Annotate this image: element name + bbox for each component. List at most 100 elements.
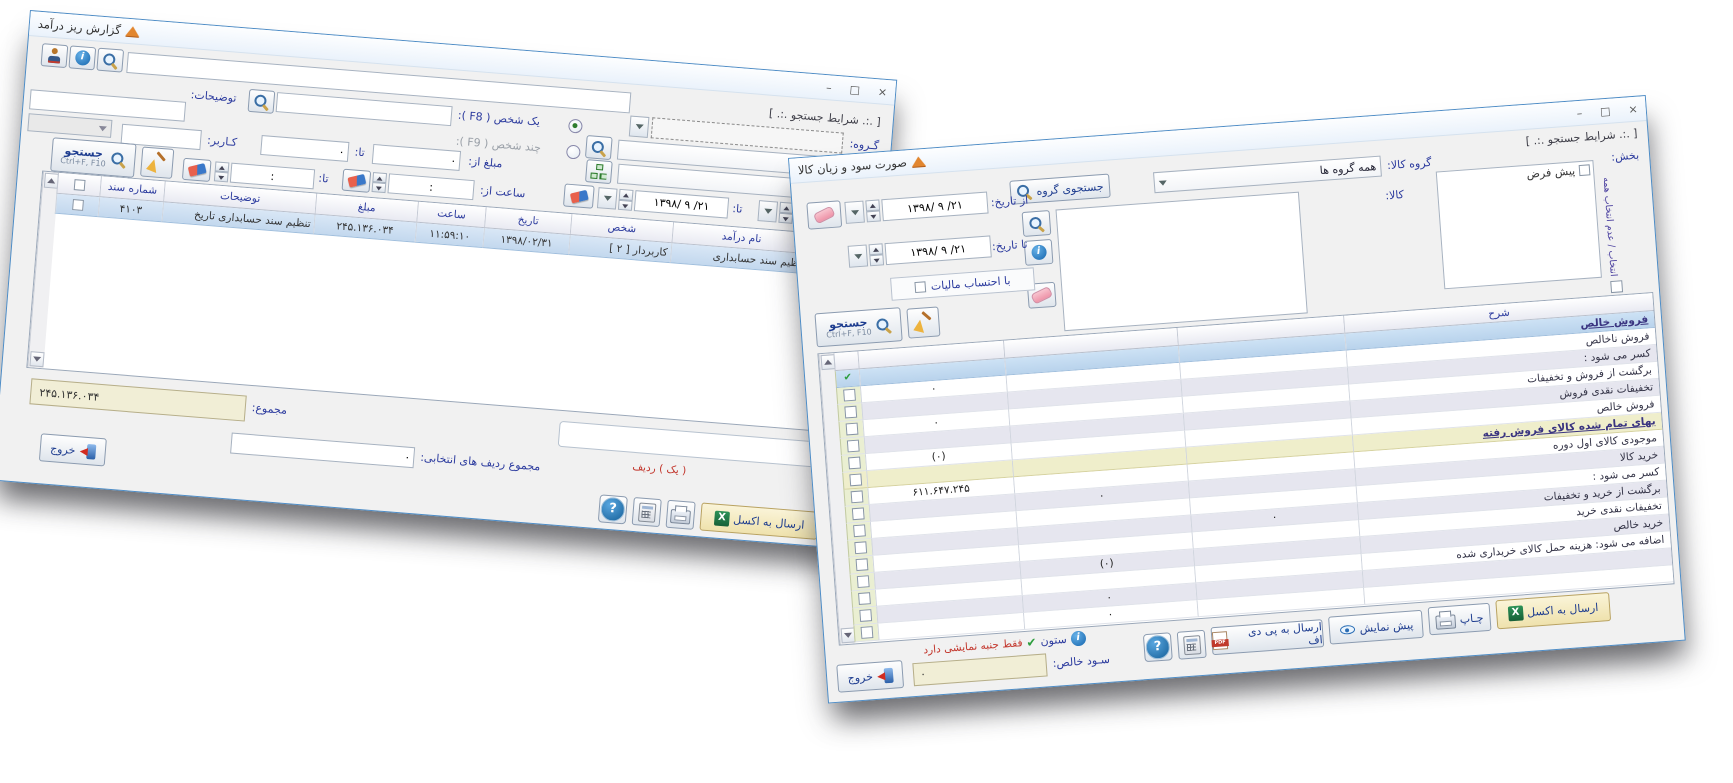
row-checkbox[interactable] (856, 575, 869, 588)
export-pdf-button[interactable]: ارسال به پی دی اف (1211, 619, 1325, 655)
row-checkbox[interactable] (850, 490, 863, 503)
section-item-default[interactable]: پیش فرض (1437, 161, 1594, 189)
search-button[interactable]: جستجوCtrl+F, F10 (814, 307, 902, 347)
row-checkbox-cell[interactable] (851, 590, 876, 609)
row-checkbox[interactable] (859, 609, 872, 622)
tree-button[interactable] (585, 159, 613, 184)
close-button[interactable]: × (877, 85, 887, 99)
to-date-spinner[interactable] (869, 243, 885, 266)
preview-button[interactable]: پیش نمایش (1328, 610, 1424, 645)
row-checkbox[interactable] (851, 507, 864, 520)
goods-listbox[interactable] (1055, 192, 1307, 332)
goods-info-button[interactable] (1024, 239, 1054, 266)
calculator-button[interactable] (632, 497, 662, 527)
date-to-spinner[interactable] (618, 189, 634, 211)
close-button[interactable]: × (1628, 102, 1638, 116)
date-clear-button[interactable] (806, 200, 842, 229)
row-checkbox-cell[interactable] (842, 471, 867, 490)
minimize-button[interactable]: – (1576, 106, 1582, 119)
maximize-button[interactable]: □ (849, 83, 860, 97)
print-button[interactable] (666, 500, 696, 530)
row-checkbox-cell[interactable] (836, 386, 861, 405)
row-checkbox[interactable] (860, 626, 873, 639)
row-checkbox-cell[interactable] (841, 454, 866, 473)
clear-form-button[interactable] (140, 146, 174, 178)
row-checkbox-cell[interactable] (837, 403, 862, 422)
to-date-arrow[interactable] (848, 244, 869, 267)
row-checkbox-cell[interactable] (843, 488, 868, 507)
exit-button[interactable]: خروج (836, 660, 904, 693)
date-to-arrow[interactable] (597, 187, 618, 209)
amount-to-input[interactable] (260, 135, 349, 162)
row-checkbox-cell[interactable]: ✔ (835, 369, 860, 388)
time-to-clear-button[interactable] (182, 158, 212, 182)
from-date-spinner[interactable] (865, 199, 881, 222)
time-from-spinner[interactable] (372, 172, 388, 193)
person-lookup-button[interactable] (41, 43, 69, 68)
scroll-down-button[interactable] (29, 351, 44, 367)
export-excel-button[interactable]: ارسال به اکسل (699, 502, 819, 539)
default-checkbox[interactable] (1579, 164, 1591, 176)
from-date-input[interactable] (881, 192, 988, 222)
goods-group-combo[interactable]: همه گروه ها (1153, 156, 1382, 194)
time-to-spinner[interactable] (214, 161, 230, 182)
to-date-input[interactable] (884, 235, 991, 265)
vertical-scrollbar[interactable] (27, 172, 59, 369)
group-combo-arrow[interactable] (629, 115, 650, 137)
row-checkbox-cell[interactable] (852, 607, 877, 626)
exit-button[interactable]: خروج (39, 433, 107, 466)
tax-checkbox-group[interactable]: با احتساب مالیات (890, 267, 1035, 300)
person-search-button[interactable] (248, 89, 276, 114)
row-checkbox-cell[interactable] (845, 505, 870, 524)
calculator-button[interactable] (1177, 630, 1207, 660)
time-from-input[interactable] (387, 173, 474, 200)
person-input[interactable] (276, 92, 453, 126)
row-checkbox[interactable] (849, 474, 862, 487)
export-excel-button[interactable]: ارسال به اکسل (1495, 592, 1611, 629)
row-checkbox[interactable] (853, 524, 866, 537)
help-button[interactable] (1143, 632, 1173, 662)
row-checkbox[interactable] (855, 558, 868, 571)
print-button[interactable]: چـاپ (1428, 603, 1492, 635)
group-search-button[interactable] (585, 135, 613, 160)
row-checkbox-cell[interactable] (848, 556, 873, 575)
time-from-clear-button[interactable] (342, 169, 372, 193)
quick-search-button[interactable] (96, 48, 124, 73)
header-checkbox-col[interactable] (833, 351, 858, 371)
row-checkbox[interactable] (846, 440, 859, 453)
help-button[interactable] (598, 494, 628, 524)
multi-person-combo[interactable] (27, 113, 112, 138)
row-checkbox[interactable] (845, 423, 858, 436)
row-checkbox[interactable] (858, 592, 871, 605)
row-checkbox-cell[interactable] (850, 573, 875, 592)
row-checkbox[interactable] (72, 199, 84, 211)
row-checkbox[interactable] (843, 389, 856, 402)
row-checkbox[interactable]: ✔ (843, 373, 852, 384)
goods-search-button[interactable] (1022, 210, 1052, 237)
amount-from-input[interactable] (372, 144, 461, 171)
row-checkbox-cell[interactable] (853, 624, 878, 643)
row-checkbox[interactable] (854, 541, 867, 554)
row-checkbox-cell[interactable] (846, 522, 871, 541)
selected-total-input[interactable] (230, 433, 415, 469)
row-checkbox-cell[interactable] (847, 539, 872, 558)
row-checkbox[interactable] (844, 406, 857, 419)
date-to-input[interactable] (634, 190, 729, 218)
one-person-radio[interactable] (568, 119, 583, 134)
date-from-arrow[interactable] (757, 200, 778, 222)
cell-checkbox[interactable] (55, 194, 99, 217)
date-clear-button[interactable] (563, 183, 595, 208)
tax-checkbox[interactable] (915, 281, 927, 293)
select-all-checkbox[interactable] (73, 179, 85, 191)
clear-form-button[interactable] (906, 306, 940, 338)
row-checkbox-cell[interactable] (840, 437, 865, 456)
minimize-button[interactable]: – (826, 81, 833, 94)
from-date-arrow[interactable] (844, 201, 865, 224)
row-checkbox[interactable] (848, 457, 861, 470)
section-listbox[interactable]: پیش فرض (1436, 160, 1602, 289)
row-checkbox-cell[interactable] (838, 420, 863, 439)
select-all-checkbox[interactable] (1610, 280, 1623, 293)
info-button[interactable] (68, 45, 96, 70)
maximize-button[interactable]: □ (1600, 104, 1611, 118)
multi-person-radio[interactable] (566, 144, 581, 159)
